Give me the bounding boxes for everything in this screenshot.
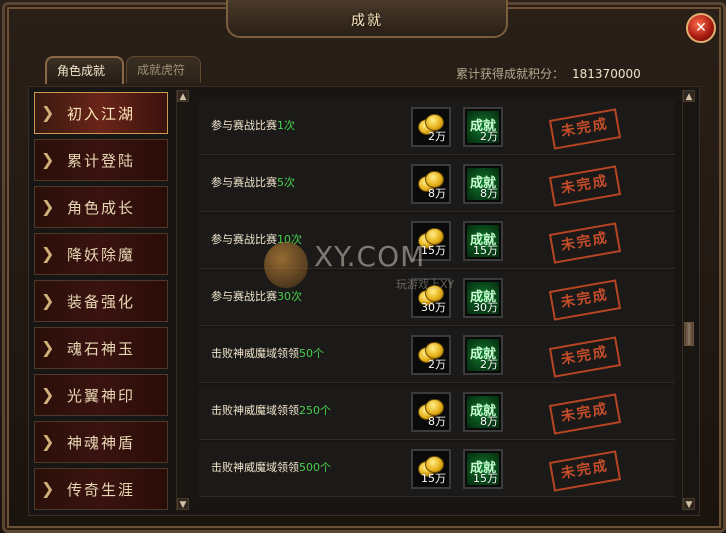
chevron-icon: ❯ [41,291,57,310]
achievement-row: 击败神威魔域领领500个 15万 成就 15万 未完成 [199,442,675,497]
category-item-光翼神印[interactable]: ❯ 光翼神印 [34,374,168,416]
reward-achievement-slot[interactable]: 成就 8万 [463,392,503,432]
category-item-传奇生涯[interactable]: ❯ 传奇生涯 [34,468,168,510]
achievement-desc: 击败神威魔域领领500个 [211,461,331,474]
chevron-icon: ❯ [41,103,57,122]
reward-achievement-slot[interactable]: 成就 15万 [463,449,503,489]
achievement-desc: 击败神威魔域领领250个 [211,404,331,417]
incomplete-stamp: 未完成 [548,450,622,492]
title-bar: 成就 [226,0,508,38]
reward-achievement-slot[interactable]: 成就 2万 [463,335,503,375]
category-item-初入江湖[interactable]: ❯ 初入江湖 [34,92,168,134]
achievement-row: 参与赛战比赛10次 15万 成就 15万 未完成 [199,214,675,269]
tab-role-achievements[interactable]: 角色成就 [45,56,124,84]
incomplete-stamp: 未完成 [548,165,622,207]
arrow-up-icon[interactable]: ▲ [683,90,695,102]
achievement-scrollbar[interactable]: ▲ ▼ [682,90,695,510]
reward-coin-slot[interactable]: 8万 [411,392,451,432]
achievement-row: 击败神威魔域领领50个 2万 成就 2万 未完成 [199,328,675,383]
achievement-row: 参与赛战比赛5次 8万 成就 8万 未完成 [199,157,675,212]
scroll-thumb[interactable] [684,322,694,346]
score-label: 累计获得成就积分： [456,67,565,81]
achievement-desc: 击败神威魔域领领50个 [211,347,324,360]
reward-achievement-slot[interactable]: 成就 2万 [463,107,503,147]
achievement-desc: 参与赛战比赛10次 [211,233,302,246]
close-icon[interactable]: ✕ [686,13,716,43]
reward-coin-slot[interactable]: 8万 [411,164,451,204]
chevron-icon: ❯ [41,385,57,404]
category-list: ❯ 初入江湖 ❯ 累计登陆 ❯ 角色成长 ❯ 降妖除魔 ❯ 装备强化 ❯ 魂石神玉 ❯ 光翼神… [34,92,170,510]
arrow-down-icon[interactable]: ▼ [683,498,695,510]
reward-coin-slot[interactable]: 30万 [411,278,451,318]
incomplete-stamp: 未完成 [548,393,622,435]
reward-coin-slot[interactable]: 2万 [411,335,451,375]
incomplete-stamp: 未完成 [548,336,622,378]
achievement-score: 累计获得成就积分： 181370000 [456,65,641,82]
chevron-icon: ❯ [41,197,57,216]
category-scrollbar[interactable]: ▲ ▼ [176,90,189,510]
category-item-魂石神玉[interactable]: ❯ 魂石神玉 [34,327,168,369]
arrow-up-icon[interactable]: ▲ [177,90,189,102]
category-item-角色成长[interactable]: ❯ 角色成长 [34,186,168,228]
achievement-desc: 参与赛战比赛1次 [211,119,295,132]
reward-coin-slot[interactable]: 15万 [411,449,451,489]
chevron-icon: ❯ [41,432,57,451]
reward-achievement-slot[interactable]: 成就 15万 [463,221,503,261]
category-item-降妖除魔[interactable]: ❯ 降妖除魔 [34,233,168,275]
incomplete-stamp: 未完成 [548,108,622,150]
chevron-icon: ❯ [41,338,57,357]
window-title: 成就 [351,13,383,29]
incomplete-stamp: 未完成 [548,222,622,264]
chevron-icon: ❯ [41,479,57,498]
score-value: 181370000 [572,67,641,81]
achievement-row: 参与赛战比赛1次 2万 成就 2万 未完成 [199,100,675,155]
achievement-row: 参与赛战比赛30次 30万 成就 30万 未完成 [199,271,675,326]
chevron-icon: ❯ [41,150,57,169]
achievement-desc: 参与赛战比赛5次 [211,176,295,189]
reward-coin-slot[interactable]: 15万 [411,221,451,261]
achievement-window: 成就 ✕ 角色成就 成就虎符 累计获得成就积分： 181370000 ❯ 初入江湖 … [0,0,726,533]
arrow-down-icon[interactable]: ▼ [177,498,189,510]
category-item-累计登陆[interactable]: ❯ 累计登陆 [34,139,168,181]
chevron-icon: ❯ [41,244,57,263]
incomplete-stamp: 未完成 [548,279,622,321]
achievement-desc: 参与赛战比赛30次 [211,290,302,303]
reward-coin-slot[interactable]: 2万 [411,107,451,147]
tab-achievement-tiger-tally[interactable]: 成就虎符 [126,56,201,83]
category-item-装备强化[interactable]: ❯ 装备强化 [34,280,168,322]
reward-achievement-slot[interactable]: 成就 30万 [463,278,503,318]
category-item-神魂神盾[interactable]: ❯ 神魂神盾 [34,421,168,463]
achievement-row: 击败神威魔域领领250个 8万 成就 8万 未完成 [199,385,675,440]
reward-achievement-slot[interactable]: 成就 8万 [463,164,503,204]
